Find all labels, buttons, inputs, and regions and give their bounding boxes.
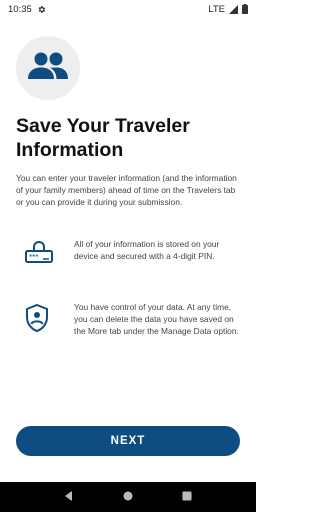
feature-data-control: You have control of your data. At any ti… <box>24 301 240 338</box>
feature-pin-storage: *** All of your information is stored on… <box>24 238 240 271</box>
feature-pin-text: All of your information is stored on you… <box>74 239 220 262</box>
shield-user-icon <box>24 303 50 338</box>
page-title: Save Your Traveler Information <box>16 115 190 161</box>
intro-text: You can enter your traveler information … <box>16 173 237 208</box>
lte-signal-icon <box>229 4 238 14</box>
status-bar: 10:35 LTE <box>0 0 256 18</box>
home-icon[interactable] <box>123 488 133 506</box>
pin-lock-icon: *** <box>24 240 54 271</box>
hero-avatar <box>16 36 80 100</box>
next-button[interactable]: NEXT <box>16 426 240 456</box>
feature-control-text: You have control of your data. At any ti… <box>74 302 239 337</box>
network-label: LTE <box>208 3 225 15</box>
settings-icon <box>37 5 46 14</box>
status-time: 10:35 <box>8 3 32 15</box>
people-icon <box>27 51 69 86</box>
back-icon[interactable] <box>64 488 74 506</box>
svg-text:***: *** <box>29 253 38 262</box>
recents-icon[interactable] <box>182 488 192 506</box>
system-nav-bar <box>0 482 256 512</box>
battery-icon <box>242 4 248 14</box>
